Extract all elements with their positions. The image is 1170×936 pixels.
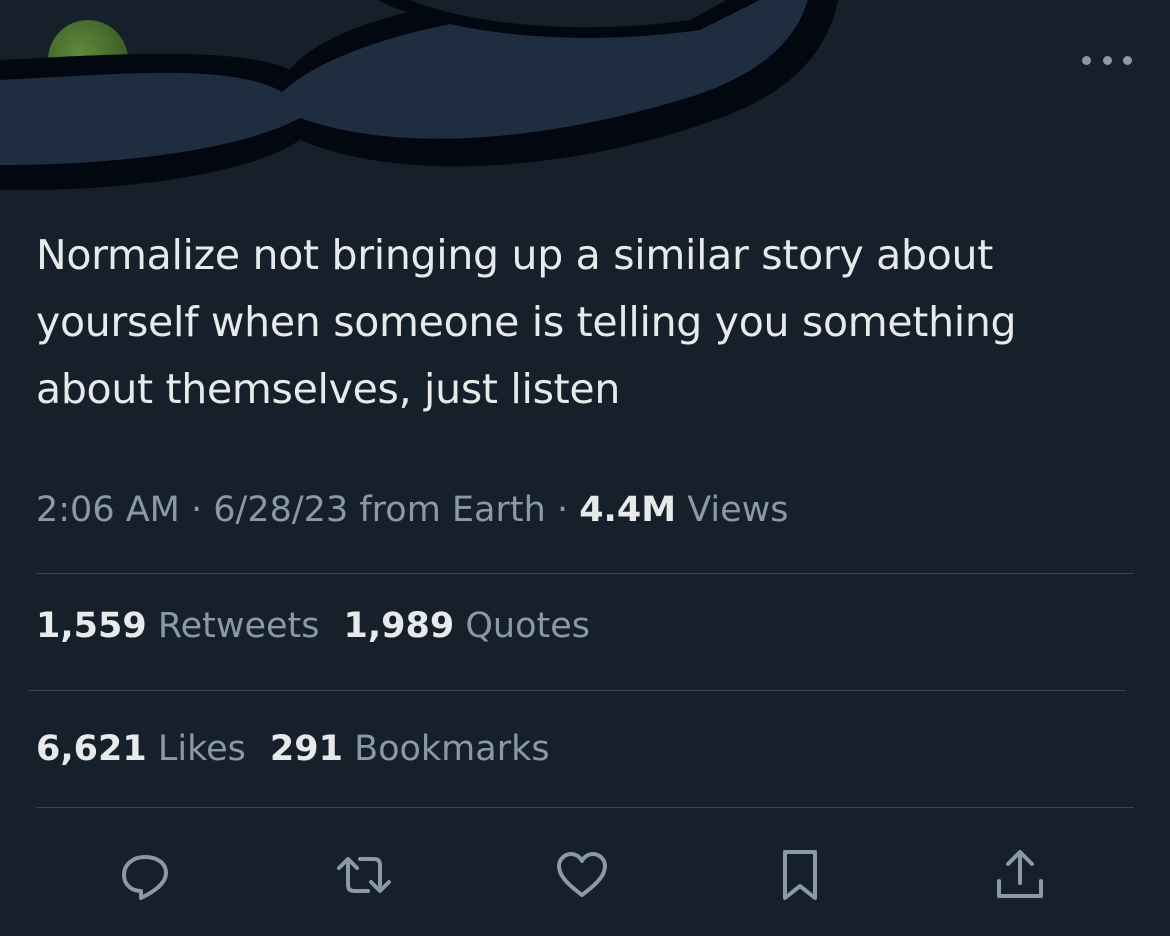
quotes-label: Quotes bbox=[465, 606, 591, 646]
retweets-stat[interactable]: 1,559 Retweets bbox=[36, 606, 320, 646]
tweet-source: from Earth bbox=[359, 490, 546, 530]
bookmarks-label: Bookmarks bbox=[354, 729, 550, 769]
tweet-header bbox=[0, 0, 1170, 200]
quotes-count: 1,989 bbox=[343, 606, 455, 646]
heart-icon bbox=[557, 852, 607, 897]
tweet-date[interactable]: 6/28/23 bbox=[213, 490, 348, 530]
meta-separator: · bbox=[191, 490, 214, 530]
divider bbox=[28, 690, 1126, 691]
likes-stat[interactable]: 6,621 Likes bbox=[36, 729, 246, 769]
tweet-meta: 2:06 AM · 6/28/23 from Earth · 4.4M View… bbox=[36, 490, 788, 530]
stats-row-engagement: 6,621 Likes 291 Bookmarks bbox=[36, 729, 550, 769]
bookmark-button[interactable] bbox=[765, 840, 835, 910]
retweets-count: 1,559 bbox=[36, 606, 147, 646]
reply-button[interactable] bbox=[110, 840, 180, 910]
likes-label: Likes bbox=[157, 729, 246, 769]
stats-row-shares: 1,559 Retweets 1,989 Quotes bbox=[36, 606, 590, 646]
tweet-text: Normalize not bringing up a similar stor… bbox=[36, 231, 1017, 413]
reply-icon bbox=[122, 855, 168, 900]
divider bbox=[36, 807, 1134, 808]
meta-separator: · bbox=[556, 490, 580, 530]
quotes-stat[interactable]: 1,989 Quotes bbox=[344, 606, 591, 646]
share-button[interactable] bbox=[985, 840, 1055, 910]
retweets-label: Retweets bbox=[157, 606, 320, 646]
more-horizontal-icon[interactable] bbox=[1082, 48, 1132, 72]
share-icon bbox=[997, 850, 1043, 898]
views-count: 4.4M bbox=[579, 490, 677, 530]
views-label: Views bbox=[687, 490, 789, 530]
divider bbox=[36, 573, 1134, 574]
bookmarks-count: 291 bbox=[269, 729, 343, 769]
likes-count: 6,621 bbox=[36, 729, 147, 769]
tweet-time[interactable]: 2:06 AM bbox=[36, 490, 180, 530]
action-bar bbox=[0, 840, 1170, 910]
like-button[interactable] bbox=[547, 840, 617, 910]
bookmark-icon bbox=[783, 850, 817, 900]
retweet-button[interactable] bbox=[329, 840, 399, 910]
retweet-icon bbox=[337, 857, 391, 893]
redaction-scribble bbox=[0, 0, 839, 191]
bookmarks-stat[interactable]: 291 Bookmarks bbox=[270, 729, 550, 769]
